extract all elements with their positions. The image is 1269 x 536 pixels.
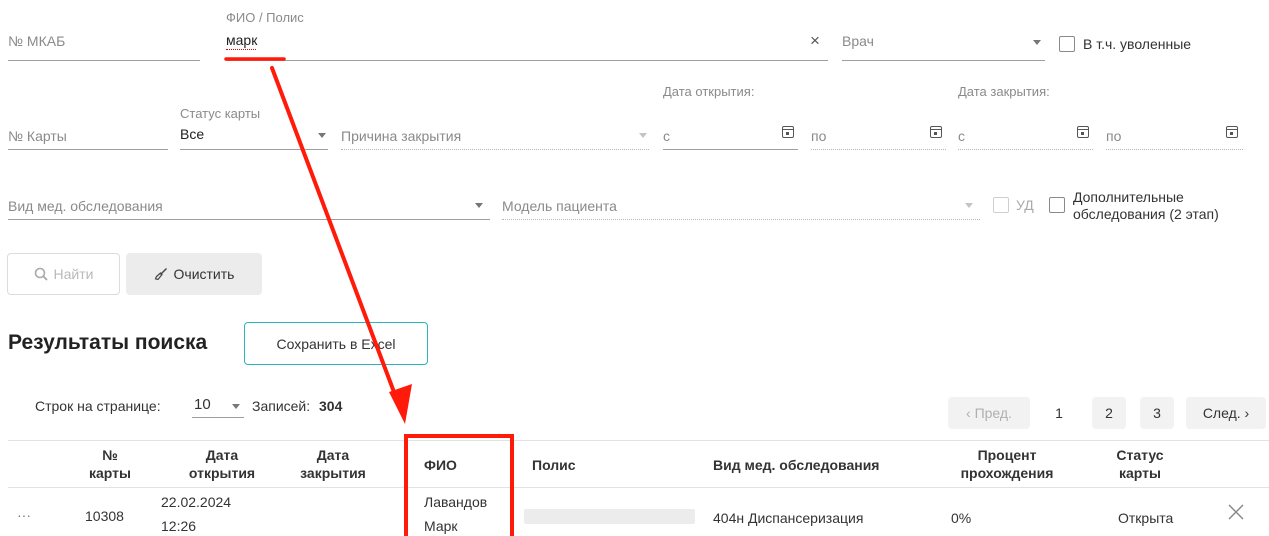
close-reason-select[interactable] [341, 149, 649, 150]
status-label: Статус карты [180, 106, 261, 121]
patient-model-label: Модель пациента [502, 198, 617, 214]
fio-underline [226, 60, 828, 61]
records-label: Записей: [252, 398, 311, 414]
records-count: 304 [319, 398, 343, 414]
close-reason-label: Причина закрытия [341, 128, 462, 144]
clear-button-label: Очистить [173, 266, 235, 282]
row-policy-redacted [524, 509, 695, 524]
rows-per-page-label: Строк на странице: [35, 398, 161, 414]
col-exam-type[interactable]: Вид мед. обследования [713, 456, 879, 474]
row-fio-line1: Лавандов [424, 494, 488, 510]
col-percent[interactable]: Процент прохождения [942, 446, 1072, 482]
patient-model-dropdown-icon[interactable] [965, 203, 973, 208]
col-card-no[interactable]: № карты [75, 446, 145, 482]
fio-label: ФИО / Полис [226, 10, 304, 25]
ud-label: УД [1016, 197, 1034, 213]
table-row[interactable]: ··· 10308 22.02.2024 12:26 Лавандов Марк… [0, 488, 1269, 536]
col-open-date-line2: открытия [188, 465, 256, 481]
spellcheck-underline [226, 49, 256, 50]
rows-per-page-value[interactable]: 10 [194, 396, 211, 413]
close-from-calendar-icon[interactable] [1077, 126, 1089, 138]
col-open-date[interactable]: Дата открытия [172, 446, 272, 482]
status-dropdown-icon[interactable] [318, 133, 326, 138]
col-fio[interactable]: ФИО [424, 456, 457, 474]
extra-exams-label-line1: Дополнительные [1073, 189, 1184, 205]
status-select[interactable] [180, 149, 328, 150]
card-label: № Карты [8, 128, 67, 144]
open-date-label: Дата открытия: [663, 84, 755, 99]
open-from-label: с [663, 128, 670, 144]
rows-per-page-dropdown-icon[interactable] [232, 404, 240, 409]
next-page-button[interactable]: След. › [1186, 397, 1266, 429]
fio-input[interactable]: марк [226, 32, 257, 48]
fired-checkbox[interactable] [1059, 36, 1075, 52]
prev-page-button[interactable]: ‹ Пред. [948, 397, 1030, 429]
open-to-input[interactable] [811, 149, 946, 150]
row-status: Открыта [1118, 510, 1174, 526]
open-from-calendar-icon[interactable] [782, 126, 794, 138]
rows-per-page-select[interactable] [192, 417, 244, 418]
extra-exams-label: Дополнительные обследования (2 этап) [1073, 189, 1219, 223]
mkab-label: № МКАБ [8, 33, 66, 49]
col-card-no-line1: № [102, 447, 118, 463]
col-status[interactable]: Статус карты [1100, 446, 1180, 482]
close-to-label: по [1106, 128, 1122, 144]
exam-type-select[interactable] [8, 219, 490, 220]
search-button[interactable]: Найти [7, 253, 120, 295]
patient-model-select[interactable] [502, 219, 980, 220]
clear-button[interactable]: Очистить [126, 253, 262, 295]
open-to-calendar-icon[interactable] [930, 126, 942, 138]
exam-type-label: Вид мед. обследования [8, 198, 163, 214]
col-close-date[interactable]: Дата закрытия [279, 446, 387, 482]
col-card-no-line2: карты [89, 465, 131, 481]
fio-clear-icon[interactable]: × [810, 31, 820, 51]
open-from-input[interactable] [663, 149, 798, 150]
col-close-date-line1: Дата [316, 447, 350, 463]
close-reason-dropdown-icon[interactable] [639, 133, 647, 138]
annotation-arrow-head [389, 384, 412, 424]
extra-exams-checkbox[interactable] [1049, 197, 1065, 213]
results-title: Результаты поиска [8, 331, 208, 354]
row-card-no: 10308 [85, 508, 124, 524]
page-3-button[interactable]: 3 [1140, 397, 1174, 429]
col-status-line1: Статус [1116, 447, 1164, 463]
row-open-time: 12:26 [161, 518, 197, 534]
mkab-input[interactable] [8, 60, 200, 61]
row-open-date: 22.02.2024 [161, 494, 232, 510]
search-button-label: Найти [53, 266, 94, 282]
exam-type-dropdown-icon[interactable] [475, 203, 483, 208]
col-percent-line1: Процент [977, 447, 1037, 463]
export-excel-button[interactable]: Сохранить в Excel [244, 322, 428, 365]
page-2-button[interactable]: 2 [1092, 397, 1126, 429]
row-fio-line2: Марк [424, 518, 458, 534]
close-from-input[interactable] [958, 149, 1093, 150]
broom-icon [154, 268, 167, 281]
col-status-line2: карты [1119, 465, 1161, 481]
close-to-input[interactable] [1106, 149, 1243, 150]
col-close-date-line2: закрытия [300, 465, 366, 481]
close-date-label: Дата закрытия: [958, 84, 1050, 99]
close-icon[interactable] [1227, 503, 1245, 521]
col-percent-line2: прохождения [960, 465, 1054, 481]
doctor-dropdown-icon[interactable] [1033, 40, 1041, 45]
ud-checkbox[interactable] [993, 197, 1009, 213]
doctor-label: Врач [842, 33, 874, 49]
search-icon [34, 267, 48, 281]
close-from-label: с [958, 128, 965, 144]
col-open-date-line1: Дата [205, 447, 239, 463]
page-1-button[interactable]: 1 [1042, 397, 1076, 429]
fired-label: В т.ч. уволенные [1083, 36, 1192, 52]
row-percent: 0% [951, 510, 972, 526]
card-input[interactable] [8, 149, 168, 150]
table-top-border [8, 440, 1269, 441]
row-menu-icon[interactable]: ··· [17, 506, 31, 524]
doctor-select[interactable] [842, 60, 1045, 61]
close-to-calendar-icon[interactable] [1226, 126, 1238, 138]
extra-exams-label-line2: обследования (2 этап) [1073, 206, 1219, 222]
row-exam-type: 404н Диспансеризация [713, 510, 864, 526]
col-policy[interactable]: Полис [532, 456, 576, 474]
status-value[interactable]: Все [180, 126, 204, 142]
open-to-label: по [811, 128, 827, 144]
